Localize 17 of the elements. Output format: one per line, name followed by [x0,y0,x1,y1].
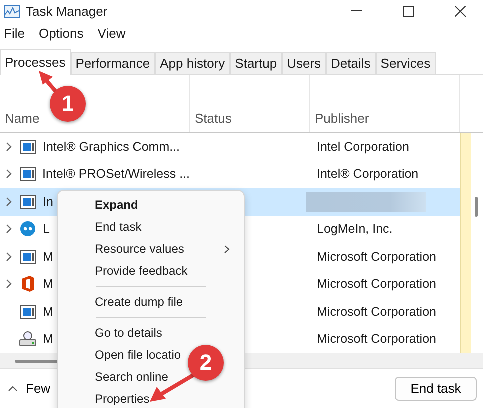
process-name: L [43,222,50,236]
publisher-cell-text: LogMeIn, Inc. [316,222,394,236]
process-name: M [43,304,54,319]
process-name: M [43,332,54,346]
publisher-cell-text: Intel® Corporation [316,167,420,182]
publisher-cell-text: Intel Corporation [316,140,410,154]
window-title: Task Manager [26,4,109,18]
publisher-cell-text: Microsoft Corporation [316,304,438,319]
step-badge: 1 [50,86,86,122]
publisher-cell-text: Microsoft Corporation [316,277,438,292]
process-name: M [43,250,54,264]
publisher-cell-text: Microsoft Corporation [316,332,438,346]
process-name: Intel® Graphics Comm... [43,140,180,154]
process-name: In [43,194,54,209]
publisher-cell-text: Microsoft Corporation [316,250,438,264]
process-name: M [43,277,54,292]
process-name: Intel® PROSet/Wireless ... [42,167,190,182]
